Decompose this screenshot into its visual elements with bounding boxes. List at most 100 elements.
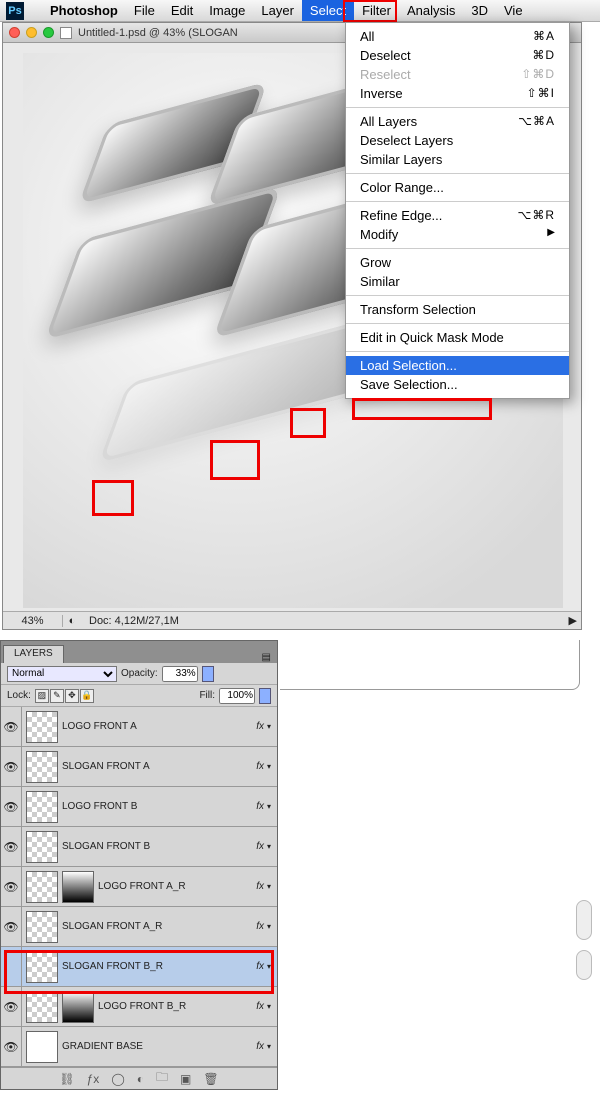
blend-mode-select[interactable]: Normal (7, 666, 117, 682)
layers-tab[interactable]: LAYERS (3, 645, 64, 663)
secondary-scrollbar[interactable] (576, 640, 596, 1070)
link-layers-icon[interactable]: ⛓ (59, 1072, 74, 1086)
menu-item-similar-layers[interactable]: Similar Layers (346, 150, 569, 169)
menu-item-transform-selection[interactable]: Transform Selection (346, 300, 569, 319)
visibility-eye-icon[interactable]: 👁 (1, 720, 21, 734)
menu-item-load-selection[interactable]: Load Selection... (346, 356, 569, 375)
menu-item-refine-edge[interactable]: Refine Edge...⌥⌘R (346, 206, 569, 225)
lock-position-icon[interactable]: ✥ (65, 689, 79, 703)
layer-name[interactable]: LOGO FRONT A (62, 721, 256, 732)
menu-item-modify[interactable]: Modify▶ (346, 225, 569, 244)
layer-fx-badge[interactable]: fx (256, 721, 264, 732)
layer-name[interactable]: GRADIENT BASE (62, 1041, 256, 1052)
layer-name[interactable]: LOGO FRONT A_R (98, 881, 256, 892)
window-zoom-button[interactable] (43, 27, 54, 38)
layer-thumbnail[interactable] (26, 831, 58, 863)
visibility-eye-icon[interactable]: 👁 (1, 920, 21, 934)
lock-transparent-icon[interactable]: ▨ (35, 689, 49, 703)
layer-fx-badge[interactable]: fx (256, 1001, 264, 1012)
new-layer-icon[interactable]: ▣ (180, 1072, 191, 1086)
fill-input[interactable] (219, 688, 255, 704)
visibility-eye-icon[interactable]: 👁 (1, 800, 21, 814)
opacity-input[interactable] (162, 666, 198, 682)
layer-name[interactable]: LOGO FRONT B (62, 801, 256, 812)
layer-row[interactable]: SLOGAN FRONT B_Rfx▾ (1, 947, 277, 987)
layer-fx-toggle-icon[interactable]: ▾ (267, 1002, 271, 1011)
layer-thumbnail[interactable] (26, 791, 58, 823)
layer-fx-badge[interactable]: fx (256, 921, 264, 932)
menu-item-save-selection[interactable]: Save Selection... (346, 375, 569, 394)
layer-fx-toggle-icon[interactable]: ▾ (267, 1042, 271, 1051)
layer-row[interactable]: 👁 LOGO FRONT B_Rfx▾ (1, 987, 277, 1027)
layer-thumbnail[interactable] (26, 911, 58, 943)
menu-item-edit-in-quick-mask-mode[interactable]: Edit in Quick Mask Mode (346, 328, 569, 347)
layer-thumbnail[interactable] (26, 951, 58, 983)
layer-name[interactable]: SLOGAN FRONT B (62, 841, 256, 852)
menubar-view[interactable]: Vie (496, 0, 531, 21)
layer-mask-thumbnail[interactable] (62, 871, 94, 903)
layer-fx-badge[interactable]: fx (256, 961, 264, 972)
layer-thumbnail[interactable] (26, 1031, 58, 1063)
layer-name[interactable]: SLOGAN FRONT B_R (62, 961, 256, 972)
menubar-filter[interactable]: Filter (354, 0, 399, 21)
layer-fx-toggle-icon[interactable]: ▾ (267, 882, 271, 891)
layer-row[interactable]: 👁 LOGO FRONT Afx▾ (1, 707, 277, 747)
menu-item-deselect-layers[interactable]: Deselect Layers (346, 131, 569, 150)
layer-row[interactable]: 👁 SLOGAN FRONT Bfx▾ (1, 827, 277, 867)
menubar-layer[interactable]: Layer (253, 0, 302, 21)
menu-item-inverse[interactable]: Inverse⇧⌘I (346, 84, 569, 103)
layer-fx-toggle-icon[interactable]: ▾ (267, 802, 271, 811)
menubar-3d[interactable]: 3D (463, 0, 496, 21)
adjustment-layer-icon[interactable]: ◐ (137, 1072, 144, 1086)
layer-fx-badge[interactable]: fx (256, 761, 264, 772)
layer-thumbnail[interactable] (26, 751, 58, 783)
layer-fx-badge[interactable]: fx (256, 1041, 264, 1052)
layer-row[interactable]: 👁 LOGO FRONT A_Rfx▾ (1, 867, 277, 907)
menubar-analysis[interactable]: Analysis (399, 0, 463, 21)
menubar-image[interactable]: Image (201, 0, 253, 21)
visibility-eye-icon[interactable]: 👁 (1, 760, 21, 774)
layer-mask-thumbnail[interactable] (62, 991, 94, 1023)
menubar-edit[interactable]: Edit (163, 0, 201, 21)
menu-item-grow[interactable]: Grow (346, 253, 569, 272)
window-close-button[interactable] (9, 27, 20, 38)
layer-fx-toggle-icon[interactable]: ▾ (267, 762, 271, 771)
opacity-scrubber[interactable] (202, 666, 214, 682)
zoom-level[interactable]: 43% (3, 615, 63, 627)
lock-pixels-icon[interactable]: ✎ (50, 689, 64, 703)
menu-item-all[interactable]: All⌘A (346, 27, 569, 46)
layer-fx-badge[interactable]: fx (256, 841, 264, 852)
panel-flyout-icon[interactable]: ▤ (262, 652, 271, 663)
visibility-eye-icon[interactable]: 👁 (1, 880, 21, 894)
layer-fx-badge[interactable]: fx (256, 881, 264, 892)
menubar-app[interactable]: Photoshop (42, 0, 126, 21)
menu-item-color-range[interactable]: Color Range... (346, 178, 569, 197)
layer-row[interactable]: 👁 LOGO FRONT Bfx▾ (1, 787, 277, 827)
layer-mask-icon[interactable]: ◯ (111, 1072, 124, 1086)
menu-item-deselect[interactable]: Deselect⌘D (346, 46, 569, 65)
layer-thumbnail[interactable] (26, 991, 58, 1023)
layer-name[interactable]: SLOGAN FRONT A (62, 761, 256, 772)
visibility-eye-icon[interactable]: 👁 (1, 1000, 21, 1014)
menubar-file[interactable]: File (126, 0, 163, 21)
layer-name[interactable]: LOGO FRONT B_R (98, 1001, 256, 1012)
status-flyout-icon[interactable]: ▶ (569, 614, 577, 627)
layer-fx-badge[interactable]: fx (256, 801, 264, 812)
layer-style-icon[interactable]: ƒx (87, 1072, 100, 1086)
layer-fx-toggle-icon[interactable]: ▾ (267, 842, 271, 851)
layer-group-icon[interactable]: 🗀 (156, 1068, 168, 1089)
layer-name[interactable]: SLOGAN FRONT A_R (62, 921, 256, 932)
layer-fx-toggle-icon[interactable]: ▾ (267, 962, 271, 971)
layer-thumbnail[interactable] (26, 711, 58, 743)
layer-row[interactable]: 👁 SLOGAN FRONT Afx▾ (1, 747, 277, 787)
layer-fx-toggle-icon[interactable]: ▾ (267, 722, 271, 731)
layer-fx-toggle-icon[interactable]: ▾ (267, 922, 271, 931)
window-minimize-button[interactable] (26, 27, 37, 38)
menu-item-similar[interactable]: Similar (346, 272, 569, 291)
fill-scrubber[interactable] (259, 688, 271, 704)
visibility-eye-icon[interactable]: 👁 (1, 840, 21, 854)
layer-row[interactable]: 👁GRADIENT BASEfx▾ (1, 1027, 277, 1067)
doc-size-readout[interactable]: Doc: 4,12M/27,1M (81, 615, 569, 627)
menu-item-all-layers[interactable]: All Layers⌥⌘A (346, 112, 569, 131)
delete-layer-icon[interactable]: 🗑 (203, 1072, 218, 1086)
